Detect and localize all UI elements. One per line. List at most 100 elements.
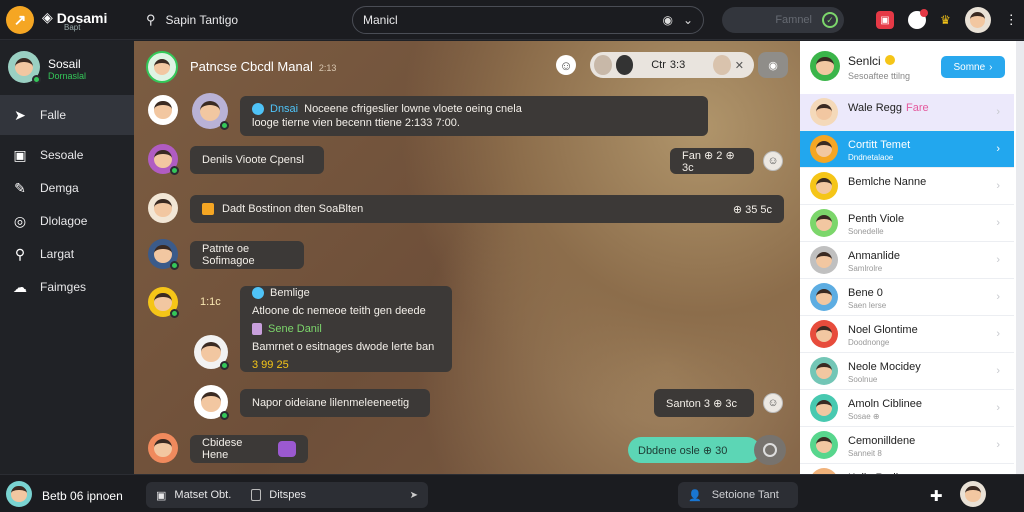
- status-pill-label: Famnel: [775, 14, 812, 26]
- sidebar-item-falle[interactable]: ➤ Falle: [0, 95, 134, 135]
- chevron-right-icon: ›: [996, 180, 1000, 192]
- avatar[interactable]: [960, 481, 986, 507]
- message-input[interactable]: ▣ Matset Obt. Ditspes ➤: [146, 482, 428, 508]
- contact-row[interactable]: Wale Regg Fare ›: [800, 94, 1014, 131]
- user-avatar[interactable]: [964, 7, 991, 33]
- top-search[interactable]: ⚲ Sapin Tantigo: [146, 8, 326, 32]
- contact-name: Bene 0: [848, 287, 883, 299]
- sidebar-item-label: Demga: [40, 181, 79, 195]
- sidebar-profile[interactable]: Sosail Dornaslal: [0, 41, 134, 95]
- attach-icon[interactable]: [251, 489, 262, 501]
- contacts-header-name: Senlci: [848, 54, 895, 68]
- reaction-text: Santon 3 ⊕ 3c: [666, 397, 737, 410]
- contact-row[interactable]: Neole Mocidey Soolnue ›: [800, 353, 1014, 390]
- message-author: Dnsai: [270, 103, 299, 115]
- message-card[interactable]: Bemlige Atloone dc nemeoe teith gen deed…: [240, 286, 452, 372]
- avatar[interactable]: [6, 481, 32, 507]
- contacts-header: Senlci Sesoaftee ttilng Somne ›: [800, 41, 1016, 93]
- message-bubble[interactable]: Denils Vioote Cpensl: [190, 146, 324, 174]
- top-input[interactable]: Manicl ◉ ⌄: [352, 6, 704, 34]
- contacts-header-sub: Sesoaftee ttilng: [848, 71, 911, 81]
- reaction-bar[interactable]: Santon 3 ⊕ 3c: [654, 389, 754, 417]
- status-pill[interactable]: Famnel ✓: [722, 7, 844, 33]
- message-input-text2: Ditspes: [269, 489, 306, 501]
- sidebar-item-faimges[interactable]: ☁ Faimges: [0, 267, 134, 307]
- contacts-header-button[interactable]: Somne ›: [941, 56, 1005, 78]
- contact-row[interactable]: Cemonilldene Sanneit 8 ›: [800, 427, 1014, 464]
- green-action-button[interactable]: Dbdene osle ⊕ 30: [628, 437, 760, 463]
- status-selector-label: Setoione Tant: [711, 489, 779, 501]
- scrollbar[interactable]: [1016, 41, 1024, 474]
- avatar[interactable]: [148, 239, 179, 270]
- message-bubble[interactable]: Patnte oe Sofimagoe: [190, 241, 304, 269]
- avatar[interactable]: [148, 193, 178, 223]
- contact-row[interactable]: Keile Redl›: [800, 464, 1014, 474]
- message-text: Cbidese Hene: [202, 437, 243, 461]
- emoji-icon[interactable]: ☺: [556, 55, 576, 75]
- chevron-right-icon: ›: [996, 217, 1000, 229]
- record-icon[interactable]: ▣: [876, 11, 894, 29]
- contact-row[interactable]: Cortitt Temet Dndnetalaoe ›: [800, 131, 1014, 168]
- message-bubble[interactable]: Cbidese Hene: [190, 435, 308, 463]
- message-text: Napor oideiane lilenmeleeneetig: [252, 397, 410, 409]
- avatar[interactable]: [192, 93, 229, 130]
- contact-row[interactable]: Amoln Ciblinee Sosae ⊕ ›: [800, 390, 1014, 427]
- sidebar-item-label: Faimges: [40, 280, 87, 294]
- add-reaction-icon[interactable]: ☺: [763, 151, 783, 171]
- reaction-bar[interactable]: Fan ⊕ 2 ⊕ 3c: [670, 148, 754, 174]
- bottom-user-name: Betb 06 ipnoen: [42, 489, 123, 503]
- options-icon[interactable]: ◉: [758, 52, 788, 78]
- chevron-right-icon: ›: [996, 439, 1000, 451]
- record-button[interactable]: [754, 435, 786, 465]
- message-text: looge tierne vien becenn ttiene 2:133 7:…: [252, 117, 460, 129]
- contact-row[interactable]: Bemlche Nanne ›: [800, 168, 1014, 205]
- avatar: [810, 172, 838, 200]
- message-input-text: Matset Obt.: [174, 489, 232, 501]
- gallery-icon[interactable]: ▣: [156, 489, 166, 502]
- close-icon[interactable]: ✕: [735, 59, 744, 72]
- chat-avatar[interactable]: [146, 51, 178, 83]
- avatar[interactable]: [810, 51, 840, 81]
- button-label: Somne: [953, 61, 986, 73]
- crown-icon[interactable]: ♛: [940, 13, 951, 27]
- message-bubble[interactable]: Dadt Bostinon dten SoaBlten ⊕ 35 5c: [190, 195, 784, 223]
- avatar[interactable]: [148, 95, 178, 125]
- more-icon[interactable]: ⋮: [1005, 12, 1018, 28]
- avatar[interactable]: [194, 385, 229, 420]
- app-logo-icon[interactable]: ↗: [6, 6, 34, 34]
- contact-sub: Dndnetalaoe: [848, 153, 894, 162]
- avatar[interactable]: [148, 433, 178, 463]
- contact-row[interactable]: Penth Viole Sonedelle ›: [800, 205, 1014, 242]
- call-pill[interactable]: Ctr 3:3 ✕: [590, 52, 754, 78]
- top-bar: ↗ ◈ Dosami Bapt ⚲ Sapin Tantigo Manicl ◉…: [0, 0, 1024, 40]
- add-reaction-icon[interactable]: ☺: [763, 393, 783, 413]
- avatar: [810, 357, 838, 385]
- contact-row[interactable]: Anmanlide Samlrolre ›: [800, 242, 1014, 279]
- status-selector[interactable]: 👤 Setoione Tant: [678, 482, 798, 508]
- gamepad-icon[interactable]: ✚: [930, 487, 943, 505]
- contact-row[interactable]: Noel Glontime Doodnonge ›: [800, 316, 1014, 353]
- send-icon[interactable]: ➤: [410, 490, 418, 501]
- call-text: Ctr: [651, 59, 666, 71]
- avatar[interactable]: [148, 287, 179, 318]
- chevron-right-icon: ›: [996, 106, 1000, 118]
- contact-row[interactable]: Bene 0 Saen lerse ›: [800, 279, 1014, 316]
- file-icon: [202, 203, 214, 215]
- message-bubble[interactable]: Napor oideiane lilenmeleeneetig: [240, 389, 430, 417]
- message-bubble[interactable]: Dnsai Noceene cfrigeslier lowne vloete o…: [240, 96, 708, 136]
- sidebar-item-label: Dlolagoe: [40, 214, 88, 228]
- notification-icon[interactable]: [908, 9, 928, 29]
- contact-name: Amoln Ciblinee: [848, 398, 922, 410]
- sticker-icon: [278, 441, 296, 457]
- avatar: [810, 209, 838, 237]
- message-text: Patnte oe Sofimagoe: [202, 243, 255, 267]
- contacts-panel: Senlci Sesoaftee ttilng Somne › Wale Reg…: [800, 41, 1016, 474]
- chevron-down-icon[interactable]: ⌄: [683, 13, 693, 27]
- avatar[interactable]: [194, 335, 229, 370]
- message-text: Bamrnet o esitnages dwode lerte ban: [252, 341, 435, 353]
- brand-mark-icon: ◈: [42, 9, 53, 25]
- filter-icon[interactable]: ◉: [662, 13, 672, 27]
- avatar: [594, 55, 612, 75]
- avatar[interactable]: [148, 144, 179, 175]
- contact-sub: Saen lerse: [848, 301, 887, 310]
